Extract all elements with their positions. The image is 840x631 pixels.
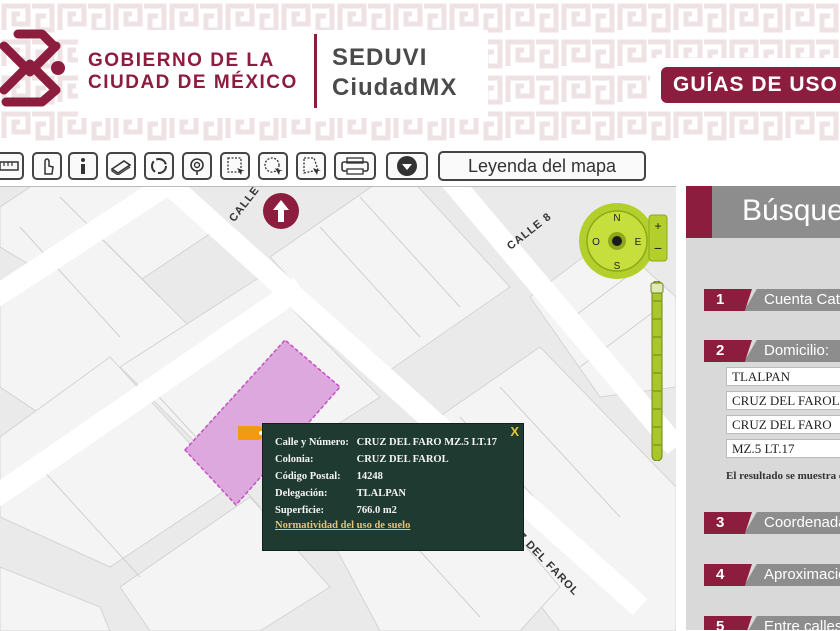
seduvi-subtitle: CiudadMX [332,74,458,101]
download-icon[interactable] [386,152,428,180]
header-divider [314,34,317,108]
gov-line2: CIUDAD DE MÉXICO [88,72,298,93]
popup-row-area: Superficie: 766.0 m2 [275,505,397,516]
pan-icon[interactable] [32,152,62,180]
popup-value: 766.0 m2 [356,505,397,516]
step-number: 1 [704,289,752,311]
north-arrow-icon [263,193,299,229]
popup-label: Superficie: [275,505,324,516]
popup-row-postal-code: Código Postal: 14248 [275,471,383,482]
select-circle-icon[interactable] [258,152,288,180]
select-rectangle-icon[interactable] [220,152,250,180]
popup-row-colonia: Colonia: CRUZ DEL FAROL [275,454,449,465]
panel-title-accent [686,186,712,238]
svg-text:−: − [654,240,662,256]
header: GOBIERNO DE LA CIUDAD DE MÉXICO SEDUVI C… [0,0,840,146]
popup-row-address: Calle y Número: CRUZ DEL FARO MZ.5 LT.17 [275,437,497,448]
step-number: 2 [704,340,752,362]
parcel-info-popup: X Calle y Número: CRUZ DEL FARO MZ.5 LT.… [263,424,523,550]
gov-line1: GOBIERNO DE LA [88,50,275,71]
print-icon[interactable] [334,152,376,180]
book-icon[interactable] [106,152,136,180]
step-label: Cuenta Catastral [764,291,840,308]
panel-title: Búsqueda [742,194,840,227]
step-number: 4 [704,564,752,586]
seduvi-title: SEDUVI [332,44,428,71]
cdmx-logo [0,29,65,107]
search-step-domicilio[interactable]: 2 Domicilio: [704,340,840,362]
street-field[interactable]: CRUZ DEL FARO [726,415,840,434]
map-view[interactable]: CALLE 7 CALLE 8 CRUZ DEL FAROL N S O E +… [0,186,676,631]
popup-close-button[interactable]: X [510,424,519,439]
popup-value: CRUZ DEL FAROL [356,454,449,465]
compass-n[interactable]: N [613,213,620,224]
search-location-icon[interactable] [182,152,212,180]
select-polygon-icon[interactable] [296,152,326,180]
search-panel: Búsqueda 1 Cuenta Catastral 2 Domicilio:… [686,186,840,630]
compass-s[interactable]: S [614,261,621,272]
popup-label: Código Postal: [275,471,341,482]
popup-label: Colonia: [275,454,314,465]
search-step-cuenta-catastral[interactable]: 1 Cuenta Catastral [704,289,840,311]
step-label: Aproximación [764,566,840,583]
zoom-slider[interactable] [650,281,664,461]
popup-label: Delegación: [275,488,328,499]
map-base[interactable] [0,187,676,631]
refresh-icon[interactable] [144,152,174,180]
colonia-field[interactable]: CRUZ DEL FAROL [726,391,840,410]
measure-icon[interactable] [0,152,24,180]
step-number: 5 [704,616,752,630]
step-label: Coordenadas [764,514,840,531]
popup-row-delegacion: Delegación: TLALPAN [275,488,406,499]
map-legend-button[interactable]: Leyenda del mapa [438,151,646,181]
popup-value: TLALPAN [356,488,407,499]
search-step-coordenadas[interactable]: 3 Coordenadas [704,512,840,534]
map-toolbar: Leyenda del mapa [0,146,840,184]
step-label: Entre calles [764,618,840,630]
popup-value: 14248 [356,471,383,482]
land-use-regulations-link[interactable]: Normatividad del uso de suelo [275,520,410,531]
guides-button[interactable]: GUÍAS DE USO [661,67,840,103]
popup-label: Calle y Número: [275,437,349,448]
number-field[interactable]: MZ.5 LT.17 [726,439,840,458]
info-icon[interactable] [68,152,98,180]
search-step-aproximacion[interactable]: 4 Aproximación [704,564,840,586]
search-step-entre-calles[interactable]: 5 Entre calles [704,616,840,630]
delegacion-field[interactable]: TLALPAN [726,367,840,386]
popup-value: CRUZ DEL FARO MZ.5 LT.17 [356,437,498,448]
compass-o[interactable]: O [592,237,600,248]
step-label: Domicilio: [764,342,830,359]
compass-navigation[interactable]: N S O E + − [577,201,669,281]
step-number: 3 [704,512,752,534]
compass-e[interactable]: E [635,237,642,248]
result-note: El resultado se muestra en el mapa [726,470,840,482]
svg-text:+: + [654,219,661,233]
